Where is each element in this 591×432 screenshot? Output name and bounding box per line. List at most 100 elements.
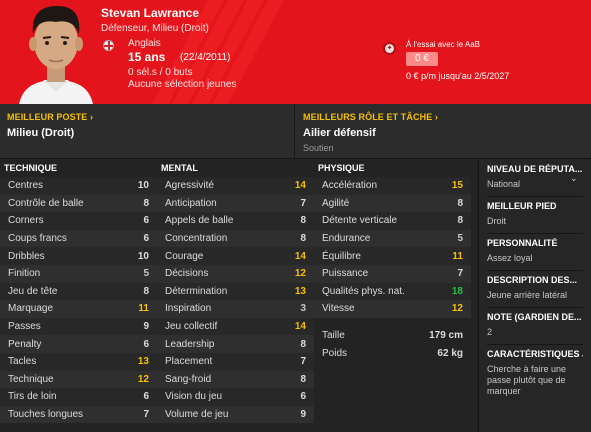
attribute-row[interactable]: Touches longues 7 bbox=[0, 405, 157, 424]
attribute-value: 12 bbox=[294, 268, 306, 280]
attribute-row[interactable]: Décisions 12 bbox=[157, 264, 314, 283]
chevron-down-icon[interactable]: ⌄ bbox=[570, 173, 578, 184]
attribute-row[interactable]: Anticipation 7 bbox=[157, 194, 314, 213]
attribute-label: Équilibre bbox=[322, 250, 361, 262]
attribute-value: 14 bbox=[294, 250, 306, 262]
attribute-row[interactable]: Poids 62 kg bbox=[314, 344, 471, 362]
attribute-row[interactable]: Jeu collectif 14 bbox=[157, 317, 314, 336]
attribute-label: Endurance bbox=[322, 233, 371, 245]
info-value: 2 bbox=[487, 327, 493, 337]
attribute-value: 13 bbox=[137, 356, 149, 368]
info-block[interactable]: CARACTÉRISTIQUES J Cherche à faire une pa… bbox=[479, 345, 591, 397]
attribute-row[interactable]: Penalty 6 bbox=[0, 335, 157, 353]
attribute-row[interactable]: Endurance 5 bbox=[314, 229, 471, 248]
attribute-label: Concentration bbox=[165, 233, 228, 245]
info-value: National bbox=[487, 179, 521, 189]
physical-attributes: PHYSIQUE Accélération 15 Agilité 8 Détente v… bbox=[314, 163, 471, 362]
attribute-label: Agressivité bbox=[165, 180, 214, 192]
attribute-row[interactable]: Coups francs 6 bbox=[0, 229, 157, 248]
attribute-row[interactable]: Puissance 7 bbox=[314, 264, 471, 283]
attribute-row[interactable]: Centres 10 bbox=[0, 177, 157, 195]
attribute-row[interactable]: Placement 7 bbox=[157, 352, 314, 371]
info-block[interactable]: MEILLEUR PIED Droit bbox=[479, 197, 591, 234]
attribute-row[interactable]: Vitesse 12 bbox=[314, 300, 471, 318]
attribute-value: 15 bbox=[451, 180, 463, 192]
attribute-label: Inspiration bbox=[165, 303, 212, 315]
attribute-row[interactable]: Volume de jeu 9 bbox=[157, 405, 314, 424]
attribute-label: Appels de balle bbox=[165, 215, 234, 227]
attribute-label: Détente verticale bbox=[322, 215, 398, 227]
attribute-value: 5 bbox=[457, 233, 463, 245]
contract-wage: 0 € p/m jusqu'au 2/5/2027 bbox=[406, 71, 510, 81]
attribute-value: 18 bbox=[451, 285, 463, 297]
attribute-row[interactable]: Technique 12 bbox=[0, 370, 157, 389]
attribute-row[interactable]: Détermination 13 bbox=[157, 282, 314, 301]
attribute-row[interactable]: Équilibre 11 bbox=[314, 247, 471, 265]
divider bbox=[294, 104, 295, 159]
attribute-row[interactable]: Passes 9 bbox=[0, 317, 157, 336]
attribute-row[interactable]: Inspiration 3 bbox=[157, 300, 314, 318]
player-avatar[interactable] bbox=[13, 0, 99, 104]
attribute-value: 12 bbox=[451, 303, 463, 315]
attribute-row[interactable]: Accélération 15 bbox=[314, 177, 471, 195]
attribute-row[interactable]: Courage 14 bbox=[157, 247, 314, 265]
attribute-value: 179 cm bbox=[429, 330, 463, 342]
attribute-row[interactable]: Agressivité 14 bbox=[157, 177, 314, 195]
attribute-label: Vision du jeu bbox=[165, 391, 223, 403]
attribute-value: 9 bbox=[143, 321, 149, 333]
attribute-label: Jeu de tête bbox=[8, 285, 58, 297]
attribute-row[interactable]: Leadership 8 bbox=[157, 335, 314, 353]
trial-status[interactable]: À l'essai avec le AaB bbox=[406, 40, 480, 49]
info-value: Droit bbox=[487, 216, 507, 226]
attribute-row[interactable]: Dribbles 10 bbox=[0, 247, 157, 265]
attribute-label: Corners bbox=[8, 215, 44, 227]
attribute-label: Détermination bbox=[165, 285, 228, 297]
player-header: Stevan Lawrance Défenseur, Milieu (Droit… bbox=[0, 0, 591, 104]
attribute-row[interactable]: Tacles 13 bbox=[0, 352, 157, 371]
info-block[interactable]: PERSONNALITÉ Assez loyal bbox=[479, 234, 591, 271]
attribute-row[interactable]: Qualités phys. nat. 18 bbox=[314, 282, 471, 301]
attribute-row[interactable]: Jeu de tête 8 bbox=[0, 282, 157, 301]
attribute-row[interactable]: Contrôle de balle 8 bbox=[0, 194, 157, 213]
attribute-value: 8 bbox=[143, 197, 149, 209]
attribute-row[interactable]: Marquage 11 bbox=[0, 300, 157, 318]
info-title: NOTE (GARDIEN DE... bbox=[487, 312, 582, 322]
attribute-row[interactable]: Vision du jeu 6 bbox=[157, 388, 314, 406]
player-nationality[interactable]: Anglais bbox=[128, 38, 161, 49]
info-title: DESCRIPTION DES... bbox=[487, 275, 578, 285]
attribute-value: 3 bbox=[300, 303, 306, 315]
attribute-row[interactable]: Corners 6 bbox=[0, 212, 157, 230]
physical-title: PHYSIQUE bbox=[318, 163, 365, 173]
player-name: Stevan Lawrance bbox=[101, 6, 200, 20]
attribute-row[interactable]: Agilité 8 bbox=[314, 194, 471, 213]
attribute-label: Penalty bbox=[8, 338, 42, 350]
attribute-row[interactable]: Détente verticale 8 bbox=[314, 212, 471, 230]
info-block[interactable]: NOTE (GARDIEN DE... 2 bbox=[479, 308, 591, 345]
player-info-sidebar: NIVEAU DE RÉPUTA... National MEILLEUR PIED… bbox=[478, 160, 591, 432]
attribute-label: Accélération bbox=[322, 180, 378, 192]
technical-attributes: TECHNIQUE Centres 10 Contrôle de balle 8 Cor… bbox=[0, 163, 157, 424]
best-role-title[interactable]: MEILLEURS RÔLE ET TÂCHE › bbox=[303, 112, 438, 122]
attribute-row[interactable]: Taille 179 cm bbox=[314, 327, 471, 345]
club-badge-icon[interactable]: ✦ bbox=[383, 42, 396, 55]
attribute-label: Agilité bbox=[322, 197, 350, 209]
info-title: MEILLEUR PIED bbox=[487, 201, 557, 211]
attribute-row[interactable]: Tirs de loin 6 bbox=[0, 388, 157, 406]
attribute-row[interactable]: Finition 5 bbox=[0, 264, 157, 283]
attribute-row[interactable]: Appels de balle 8 bbox=[157, 212, 314, 230]
attribute-value: 7 bbox=[143, 409, 149, 421]
attribute-label: Marquage bbox=[8, 303, 54, 315]
attribute-value: 9 bbox=[300, 409, 306, 421]
attribute-label: Vitesse bbox=[322, 303, 355, 315]
attribute-label: Décisions bbox=[165, 268, 209, 280]
best-position-title[interactable]: MEILLEUR POSTE › bbox=[7, 112, 93, 122]
attribute-value: 10 bbox=[137, 250, 149, 262]
attribute-label: Tacles bbox=[8, 356, 37, 368]
attribute-row[interactable]: Concentration 8 bbox=[157, 229, 314, 248]
info-title: CARACTÉRISTIQUES J bbox=[487, 349, 583, 359]
attribute-row[interactable]: Sang-froid 8 bbox=[157, 370, 314, 389]
player-profile: Stevan Lawrance Défenseur, Milieu (Droit… bbox=[0, 0, 591, 432]
info-title: NIVEAU DE RÉPUTA... bbox=[487, 164, 583, 174]
info-block[interactable]: DESCRIPTION DES... Jeune arrière latéral bbox=[479, 271, 591, 308]
attribute-value: 11 bbox=[452, 250, 463, 262]
